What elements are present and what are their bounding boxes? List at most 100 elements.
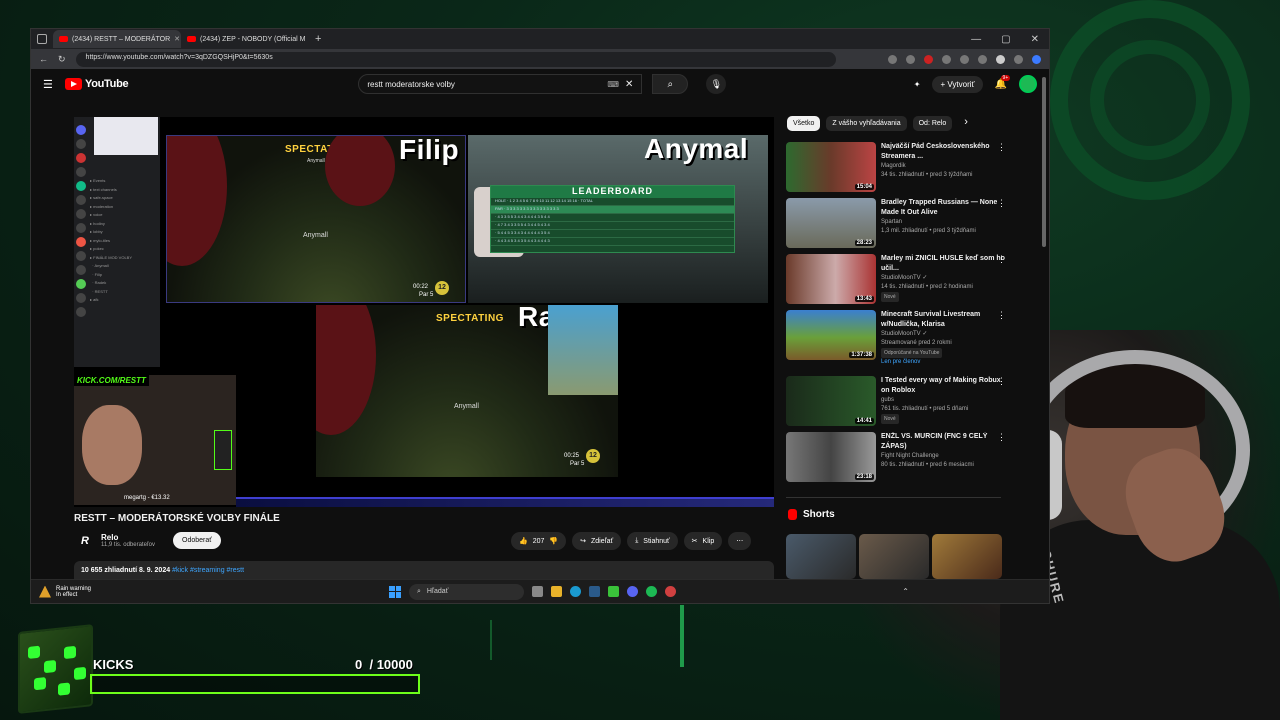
reload-icon[interactable]: ↻ xyxy=(58,54,66,65)
page-scrollbar[interactable] xyxy=(1042,77,1046,247)
energy-drink-can xyxy=(214,430,232,470)
collections-icon[interactable] xyxy=(978,54,987,64)
hashtags[interactable]: #kick #streaming #restt xyxy=(172,567,244,574)
task-view-icon[interactable] xyxy=(532,586,543,597)
rec-item[interactable]: 28:23 Bradley Trapped Russians — None Ma… xyxy=(786,198,1006,254)
file-explorer-icon[interactable] xyxy=(551,586,562,597)
close-window-icon[interactable]: ✕ xyxy=(1031,34,1039,45)
leaderboard-title: LEADERBOARD xyxy=(491,186,734,198)
rec-title[interactable]: Najväčší Pád Československého Streamera … xyxy=(881,142,1006,162)
rec-channel[interactable]: Magordik xyxy=(881,162,1006,171)
more-vert-icon[interactable]: ⋮ xyxy=(997,376,1006,386)
tab-restt[interactable]: (2434) RESTT – MODERÁTOR ✕ xyxy=(53,30,181,48)
short-thumbnail[interactable] xyxy=(786,534,856,579)
edge-icon[interactable] xyxy=(570,586,581,597)
keyboard-icon[interactable]: ⌨ xyxy=(607,80,619,89)
rec-channel[interactable]: gubs xyxy=(881,396,1006,405)
favorite-icon[interactable] xyxy=(906,54,915,64)
more-icon[interactable] xyxy=(1014,54,1023,64)
rec-thumbnail[interactable]: 1:37:38 xyxy=(786,310,876,360)
rec-title[interactable]: ENŽL VS. MURCIN (FNC 9 CELÝ ZÁPAS) xyxy=(881,432,1006,452)
extension-icon[interactable] xyxy=(924,54,933,64)
create-button[interactable]: + Vytvoriť xyxy=(932,75,983,93)
app-icon[interactable] xyxy=(608,586,619,597)
tab-zep[interactable]: (2434) ZEP - NOBODY (Official M ✕ xyxy=(181,30,309,48)
more-vert-icon[interactable]: ⋮ xyxy=(997,432,1006,442)
rec-title[interactable]: Bradley Trapped Russians — None Made It … xyxy=(881,198,1006,218)
ingame-label: Anymall xyxy=(303,232,328,239)
tab-actions-icon[interactable] xyxy=(37,34,47,44)
rec-channel[interactable]: StudioMoonTV ✓ xyxy=(881,274,1006,283)
discord-icon[interactable] xyxy=(627,586,638,597)
more-actions-button[interactable]: ⋯ xyxy=(728,532,752,550)
video-player[interactable]: ▸ Events ▸ text channels ▸ safe-space ▸ mod… xyxy=(74,117,774,507)
youtube-favicon-icon xyxy=(59,36,68,42)
rec-channel[interactable]: StudioMoonTV ✓ xyxy=(881,330,1006,339)
tab-close-icon[interactable]: ✕ xyxy=(174,35,180,43)
tray-chevron-icon[interactable]: ⌃ xyxy=(902,587,909,596)
clip-button[interactable]: ✂ Klip xyxy=(683,532,723,550)
back-icon[interactable]: ← xyxy=(39,54,48,64)
channel-name[interactable]: Relo xyxy=(101,533,155,542)
chip-from-search[interactable]: Z vášho vyhľadávania xyxy=(826,116,907,131)
chevron-right-icon[interactable]: › xyxy=(964,116,968,131)
notifications-button[interactable]: 🔔 9+ xyxy=(995,74,1011,90)
short-thumbnail[interactable] xyxy=(932,534,1002,579)
more-vert-icon[interactable]: ⋮ xyxy=(997,198,1006,208)
rec-channel[interactable]: Fight Night Challenge xyxy=(881,452,1006,461)
rec-thumbnail[interactable]: 23:18 xyxy=(786,432,876,482)
new-tab-button[interactable]: + xyxy=(315,33,321,45)
cast-icon[interactable]: ✦ xyxy=(914,80,921,89)
extension-icon[interactable] xyxy=(960,54,969,64)
url-field[interactable]: https://www.youtube.com/watch?v=3qDZGQSH… xyxy=(75,51,836,67)
clear-search-icon[interactable]: ✕ xyxy=(625,79,633,90)
rec-duration: 23:18 xyxy=(854,474,874,480)
channel-avatar[interactable]: R xyxy=(77,533,93,549)
voice-search-button[interactable]: 🎙 xyxy=(706,74,727,94)
profile-avatar[interactable] xyxy=(996,54,1005,64)
weather-widget[interactable]: Rain warning In effect xyxy=(39,585,339,598)
like-button[interactable]: 👍 207 👎 xyxy=(511,532,567,550)
account-avatar[interactable] xyxy=(1019,75,1037,93)
description-box[interactable]: 10 655 zhliadnutí 8. 9. 2024 #kick #stre… xyxy=(74,561,774,581)
video-progress-bar[interactable] xyxy=(236,497,774,499)
rec-item[interactable]: 14:41 I Tested every way of Making Robux… xyxy=(786,376,1006,432)
search-button[interactable]: ⌕ xyxy=(652,74,689,94)
extension-icon[interactable] xyxy=(888,54,897,64)
youtube-logo[interactable]: YouTube xyxy=(65,78,129,90)
search-input[interactable]: restt moderatorske volby ⌨ ✕ xyxy=(358,74,643,94)
more-vert-icon[interactable]: ⋮ xyxy=(997,310,1006,320)
rec-title[interactable]: Marley mi ZNIČIL HUSLE keď som ho učil..… xyxy=(881,254,1006,274)
rec-title[interactable]: I Tested every way of Making Robux on Ro… xyxy=(881,376,1006,396)
app-icon[interactable] xyxy=(665,586,676,597)
thumbs-down-icon[interactable]: 👎 xyxy=(549,537,558,545)
rec-item[interactable]: 15:04 Najväčší Pád Československého Stre… xyxy=(786,142,1006,198)
spotify-icon[interactable] xyxy=(646,586,657,597)
header-actions: ✦ + Vytvoriť 🔔 9+ xyxy=(914,74,1037,93)
more-vert-icon[interactable]: ⋮ xyxy=(997,254,1006,264)
rec-thumbnail[interactable]: 14:41 xyxy=(786,376,876,426)
download-button[interactable]: ⤓ Stiahnuť xyxy=(627,532,678,550)
chip-from-channel[interactable]: Od: Relo xyxy=(912,116,953,131)
rec-thumbnail[interactable]: 13:43 xyxy=(786,254,876,304)
rec-thumbnail[interactable]: 15:04 xyxy=(786,142,876,192)
taskbar-search[interactable]: ⌕ Hľadať xyxy=(409,583,524,600)
rec-thumbnail[interactable]: 28:23 xyxy=(786,198,876,248)
subscribe-button[interactable]: Odoberať xyxy=(173,532,221,549)
rec-item[interactable]: 13:43 Marley mi ZNIČIL HUSLE keď som ho … xyxy=(786,254,1006,310)
steam-icon[interactable] xyxy=(589,586,600,597)
rec-item[interactable]: 23:18 ENŽL VS. MURCIN (FNC 9 CELÝ ZÁPAS)… xyxy=(786,432,1006,488)
more-vert-icon[interactable]: ⋮ xyxy=(997,142,1006,152)
extension-icon[interactable] xyxy=(942,54,951,64)
rec-channel[interactable]: Spartan xyxy=(881,218,1006,227)
copilot-icon[interactable] xyxy=(1032,54,1041,64)
windows-start-icon[interactable] xyxy=(389,585,401,598)
maximize-icon[interactable]: ▢ xyxy=(1001,34,1010,45)
chip-all[interactable]: Všetko xyxy=(787,116,821,131)
hamburger-menu-icon[interactable]: ☰ xyxy=(43,78,55,91)
share-button[interactable]: ↪ Zdieľať xyxy=(572,532,622,550)
short-thumbnail[interactable] xyxy=(859,534,929,579)
rec-title[interactable]: Minecraft Survival Livestream w/Nudlička… xyxy=(881,310,1006,330)
rec-item[interactable]: 1:37:38 Minecraft Survival Livestream w/… xyxy=(786,310,1006,376)
minimize-icon[interactable]: — xyxy=(971,34,981,45)
